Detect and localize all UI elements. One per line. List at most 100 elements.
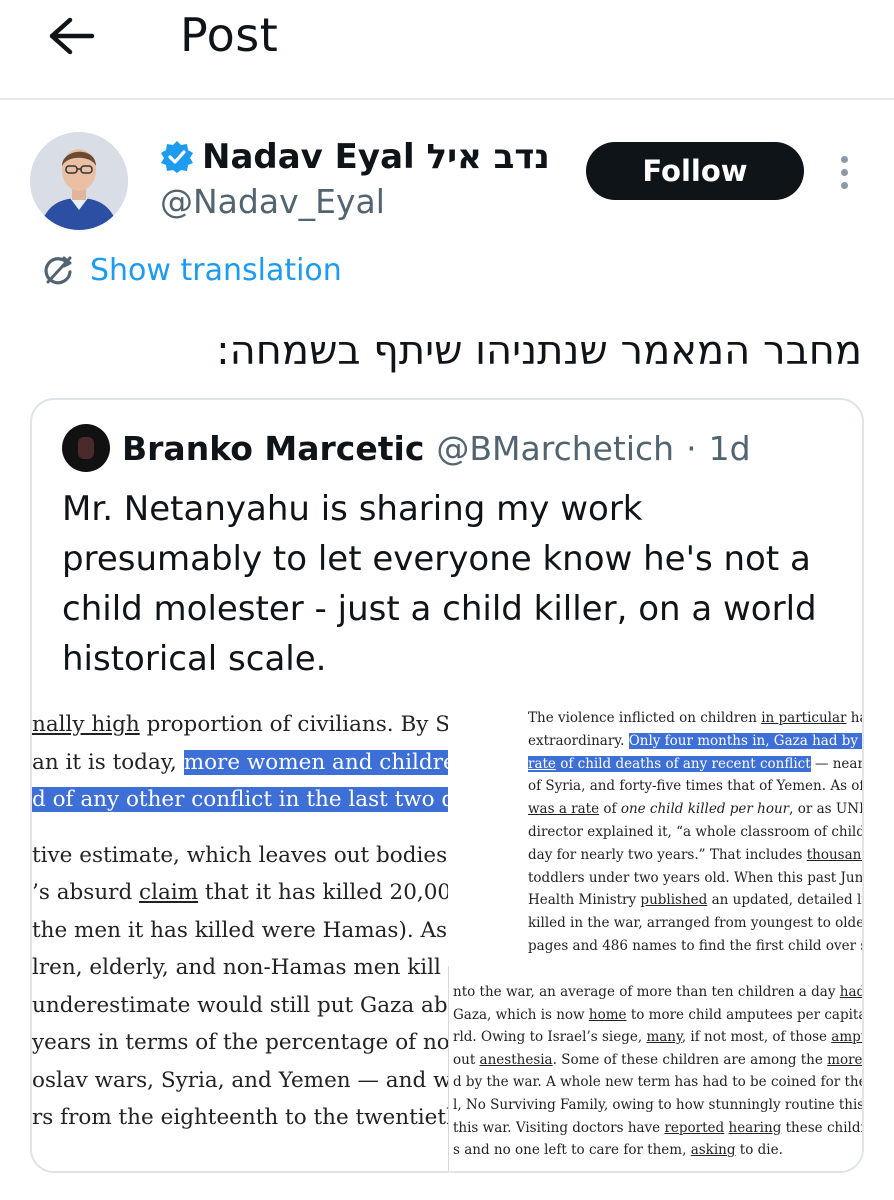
author-avatar[interactable]: [30, 132, 128, 230]
article-line: pages and 486 names to find the first ch…: [528, 938, 864, 954]
article-line: l, No Surviving Family, owing to how stu…: [453, 1097, 864, 1113]
show-translation-label: Show translation: [90, 252, 342, 288]
article-line: tive estimate, which leaves out bodies: [32, 843, 447, 868]
article-text-fragment: proportion of civilians. By Se: [139, 712, 448, 737]
article-line: The violence inflicted on children in pa…: [528, 710, 862, 726]
quoted-author-avatar[interactable]: [62, 424, 110, 472]
quoted-post-image[interactable]: nally high proportion of civilians. By S…: [32, 704, 864, 1171]
article-text-fragment: in particular: [761, 710, 847, 726]
article-text-fragment: that it has killed 20,00: [198, 880, 448, 905]
article-text-fragment: , or as UNICEF’: [789, 801, 864, 818]
quoted-post[interactable]: Branko Marcetic @BMarchetich · 1d Mr. Ne…: [30, 398, 864, 1173]
article-text-fragment: nally high: [32, 712, 140, 737]
article-text-fragment: extraordinary.: [528, 732, 629, 749]
article-text-fragment: an it is today,: [32, 749, 184, 775]
article-text-fragment: lren, elderly, and non-Hamas men kill: [32, 955, 441, 980]
article-text-fragment: d by the war. A whole new term has had t…: [453, 1074, 864, 1091]
article-line: of Syria, and forty-five times that of Y…: [528, 778, 862, 794]
article-line: this war. Visiting doctors have reported…: [453, 1119, 862, 1136]
article-text-fragment: — nearly t: [814, 755, 864, 772]
article-text-fragment: director explained it, “a whole classroo…: [528, 824, 864, 840]
article-line: rld. Owing to Israel’s siege, many, if n…: [453, 1029, 862, 1046]
article-line: Gaza, which is now home to more child am…: [453, 1006, 864, 1023]
article-text-fragment: . Some of these children are among the: [552, 1051, 828, 1068]
show-translation-link[interactable]: Show translation: [40, 252, 342, 288]
article-text-fragment: l, No Surviving Family, owing to how stu…: [453, 1097, 864, 1113]
article-text-fragment: has: [850, 710, 862, 726]
quoted-timestamp: 1d: [708, 428, 751, 468]
article-text-fragment: nto the war, an average of more than ten…: [453, 984, 840, 1000]
article-line: an it is today, more women and childre: [32, 749, 448, 775]
article-text-fragment: Only four months in, Gaza had by fa: [628, 732, 862, 749]
article-text-fragment: home: [588, 1006, 627, 1023]
quoted-author-name: Branko Marcetic: [122, 428, 425, 468]
article-text-fragment: Health Ministry: [528, 892, 641, 909]
article-line: out anesthesia. Some of these children a…: [453, 1051, 863, 1068]
article-excerpt-left: nally high proportion of civilians. By S…: [32, 704, 448, 1171]
article-line: day for nearly two years.” That includes…: [528, 846, 862, 863]
article-line: nto the war, an average of more than ten…: [453, 984, 864, 1000]
article-text-fragment: of child deaths of any recent conflict: [555, 755, 811, 772]
article-line: toddlers under two years old. When this …: [528, 869, 864, 886]
top-bar: Post: [0, 0, 894, 100]
verified-badge-icon: [161, 141, 193, 173]
author-handle[interactable]: @Nadav_Eyal: [160, 182, 385, 221]
article-text-fragment: asking: [690, 1142, 736, 1159]
article-text-fragment: killed in the war, arranged from younges…: [528, 915, 864, 932]
article-text-fragment: ’s absurd: [32, 880, 140, 905]
article-line: lren, elderly, and non-Hamas men kill: [32, 955, 441, 980]
quoted-separator: ·: [686, 428, 697, 468]
article-text-fragment: to more child amputees per capita tha: [630, 1006, 864, 1023]
article-text-fragment: more women and childre: [183, 749, 448, 775]
article-text-fragment: s and no one left to care for them,: [453, 1142, 691, 1159]
article-text-fragment: day for nearly two years.” That includes: [528, 846, 807, 863]
article-text-fragment: hearing: [728, 1119, 782, 1136]
post-text: מחבר המאמר שנתניהו שיתף בשמחה:: [216, 328, 862, 374]
article-text-fragment: more tha: [827, 1051, 863, 1068]
more-options-icon[interactable]: [828, 150, 860, 194]
article-text-fragment: , if not most, of those: [681, 1029, 832, 1046]
translate-icon: [44, 256, 72, 285]
article-text-fragment: rs from the eighteenth to the twentieth: [32, 1105, 448, 1130]
arrow-left-icon[interactable]: [44, 14, 98, 58]
article-text-fragment: out: [453, 1051, 480, 1068]
follow-button[interactable]: Follow: [586, 142, 804, 200]
article-text-fragment: the men it has killed were Hamas). As: [32, 917, 448, 943]
article-text-fragment: amputat: [831, 1029, 862, 1046]
article-text-fragment: this war. Visiting doctors have: [453, 1119, 665, 1136]
article-excerpt-right-bottom: nto the war, an average of more than ten…: [448, 966, 864, 1171]
article-line: killed in the war, arranged from younges…: [528, 915, 864, 932]
article-text-fragment: anesthesia: [479, 1051, 553, 1068]
article-line: ’s absurd claim that it has killed 20,00: [32, 880, 448, 905]
article-line: rs from the eighteenth to the twentieth: [32, 1105, 448, 1130]
article-text-fragment: years in terms of the percentage of nor: [32, 1030, 448, 1055]
article-line: oslav wars, Syria, and Yemen — and we: [32, 1068, 448, 1093]
article-text-fragment: to die.: [735, 1142, 783, 1159]
article-line: director explained it, “a whole classroo…: [528, 824, 864, 840]
article-text-fragment: an updated, detailed list: [707, 892, 864, 909]
article-text-fragment: of: [599, 801, 621, 818]
article-text-fragment: one child killed per hour: [620, 801, 790, 818]
quoted-post-text: Mr. Netanyahu is sharing my work presuma…: [62, 489, 817, 679]
article-line: was a rate of one child killed per hour,…: [528, 801, 864, 818]
article-line: nally high proportion of civilians. By S…: [32, 712, 448, 737]
author-name[interactable]: Nadav Eyal נדב איל: [202, 137, 550, 177]
article-text-fragment: rate: [528, 755, 556, 772]
article-text-fragment: toddlers under two years old. When this …: [528, 869, 864, 886]
article-line: the men it has killed were Hamas). As: [32, 918, 447, 943]
article-excerpt-right-top: The violence inflicted on children in pa…: [452, 704, 864, 966]
article-text-fragment: underestimate would still put Gaza ab: [32, 992, 448, 1018]
article-text-fragment: had lost: [839, 984, 864, 1000]
article-text-fragment: The violence inflicted on children: [528, 710, 762, 726]
article-text-fragment: pages and 486 names to find the first ch…: [528, 938, 864, 954]
article-line: underestimate would still put Gaza ab: [32, 993, 448, 1018]
article-text-fragment: tive estimate, which leaves out bodies: [32, 842, 448, 868]
article-text-fragment: these children,: [785, 1119, 862, 1136]
article-text-fragment: was a rate: [528, 801, 600, 818]
article-line: Health Ministry published an updated, de…: [528, 892, 864, 909]
article-text-fragment: reported: [664, 1119, 725, 1136]
article-text-fragment: oslav wars, Syria, and Yemen — and we: [32, 1067, 448, 1093]
article-line: d by the war. A whole new term has had t…: [453, 1074, 864, 1091]
quoted-author-handle: @BMarchetich: [436, 428, 675, 468]
article-text-fragment: thousands: [806, 846, 862, 863]
